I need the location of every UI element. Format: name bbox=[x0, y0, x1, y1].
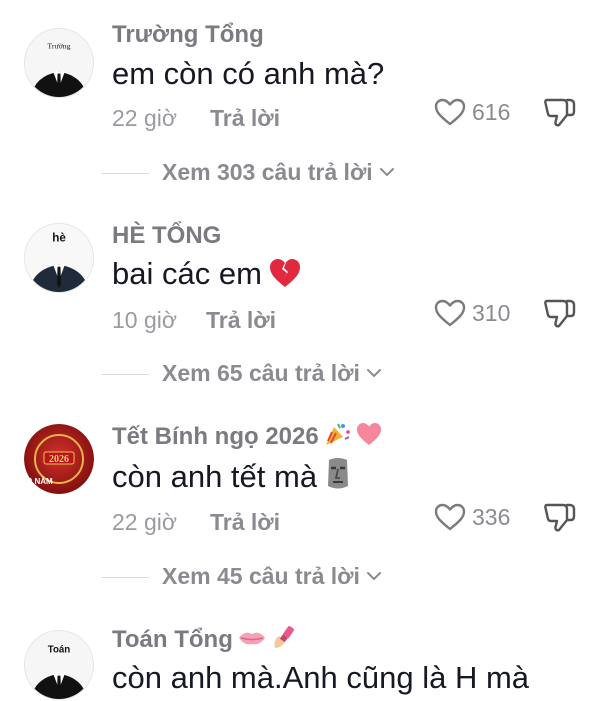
lips-icon bbox=[238, 632, 265, 645]
reply-button[interactable]: Trả lời bbox=[206, 307, 276, 334]
party-popper-icon bbox=[325, 423, 350, 445]
comment-text: em còn có anh mà? bbox=[112, 56, 385, 91]
comment-time: 22 giờ bbox=[112, 105, 177, 131]
thumbs-down-icon bbox=[544, 98, 576, 127]
username-text: Toán Tổng bbox=[112, 626, 233, 653]
suit-avatar-icon: Toán bbox=[25, 631, 93, 699]
avatar[interactable]: 2026 80 NĂM bbox=[24, 424, 94, 494]
comment-time: 10 giờ bbox=[112, 307, 177, 333]
heart-outline-icon bbox=[434, 98, 466, 126]
broken-heart-icon bbox=[269, 259, 300, 287]
dislike-button[interactable] bbox=[543, 95, 577, 129]
divider bbox=[101, 577, 149, 578]
avatar[interactable]: Trường bbox=[24, 28, 94, 98]
reply-button[interactable]: Trả lời bbox=[210, 509, 280, 536]
reply-button[interactable]: Trả lời bbox=[210, 105, 280, 132]
like-button[interactable]: 336 bbox=[434, 500, 524, 534]
thumbs-down-icon bbox=[544, 299, 576, 328]
comment-time: 22 giờ bbox=[112, 509, 177, 535]
dislike-button[interactable] bbox=[543, 500, 577, 534]
comment-text-content: bai các em bbox=[112, 256, 262, 291]
chevron-down-icon bbox=[366, 369, 381, 378]
avatar-text: Trường bbox=[47, 41, 70, 50]
view-replies[interactable]: Xem 45 câu trả lời bbox=[0, 560, 600, 594]
view-replies[interactable]: Xem 303 câu trả lời bbox=[0, 156, 600, 190]
divider bbox=[101, 173, 149, 174]
new-year-avatar-icon: 2026 80 NĂM bbox=[24, 424, 94, 494]
nail-polish-icon bbox=[274, 626, 294, 648]
chevron-down-icon bbox=[366, 572, 381, 581]
avatar-text: hè bbox=[52, 231, 66, 244]
avatar-text: 2026 bbox=[49, 454, 69, 465]
avatar-badge-text: 80 NĂM bbox=[24, 477, 53, 486]
suit-avatar-icon: Trường bbox=[25, 29, 93, 97]
heart-outline-icon bbox=[434, 299, 466, 327]
avatar-text: Toán bbox=[48, 644, 71, 655]
dislike-button[interactable] bbox=[543, 296, 577, 330]
moai-icon bbox=[328, 458, 349, 489]
view-replies-label: Xem 45 câu trả lời bbox=[162, 563, 360, 589]
heart-outline-icon bbox=[434, 503, 466, 531]
like-button[interactable]: 310 bbox=[434, 296, 524, 330]
like-button[interactable]: 616 bbox=[434, 95, 524, 129]
divider bbox=[101, 374, 149, 375]
thumbs-down-icon bbox=[544, 503, 576, 532]
like-count: 616 bbox=[472, 98, 511, 125]
username[interactable]: Trường Tổng bbox=[112, 21, 264, 49]
username[interactable]: HÈ TỔNG bbox=[112, 222, 221, 250]
view-replies-label: Xem 65 câu trả lời bbox=[162, 360, 360, 386]
comment-text: còn anh tết mà bbox=[112, 456, 353, 495]
comment-text-content: còn anh tết mà bbox=[112, 459, 318, 494]
avatar[interactable]: hè bbox=[24, 223, 94, 293]
like-count: 310 bbox=[472, 299, 511, 326]
username[interactable]: Tết Bính ngọ 2026 bbox=[112, 421, 383, 451]
username[interactable]: Toán Tổng bbox=[112, 624, 297, 654]
username-text: Tết Bính ngọ 2026 bbox=[112, 423, 319, 450]
suit-avatar-icon: hè bbox=[25, 224, 93, 292]
view-replies[interactable]: Xem 65 câu trả lời bbox=[0, 357, 600, 391]
comment-text: còn anh mà.Anh cũng là H mà bbox=[112, 660, 530, 695]
comment-text: bai các em bbox=[112, 256, 302, 292]
view-replies-label: Xem 303 câu trả lời bbox=[162, 159, 373, 185]
chevron-down-icon bbox=[379, 168, 394, 177]
pink-heart-icon bbox=[356, 423, 381, 445]
like-count: 336 bbox=[472, 503, 511, 530]
avatar[interactable]: Toán bbox=[24, 630, 94, 700]
